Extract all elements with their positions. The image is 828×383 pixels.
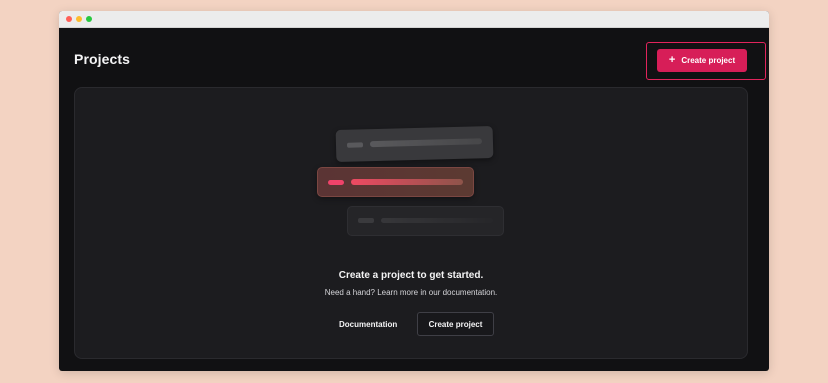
create-project-button[interactable]: + Create project <box>657 49 747 72</box>
placeholder-chip <box>346 142 364 148</box>
app-window: Projects + Create project Create a proje… <box>59 11 769 371</box>
create-project-button-label: Create project <box>681 56 736 65</box>
plus-icon: + <box>668 53 676 66</box>
maximize-window-button[interactable] <box>86 16 92 22</box>
placeholder-bar <box>369 138 483 148</box>
faded-bar <box>381 218 493 223</box>
placeholder-card-illustration <box>335 125 494 163</box>
faded-card-illustration <box>347 206 504 236</box>
window-titlebar <box>59 11 769 28</box>
highlighted-bar <box>351 179 463 185</box>
highlighted-chip <box>328 180 344 185</box>
empty-state-subtext: Need a hand? Learn more in our documenta… <box>324 288 498 297</box>
create-project-secondary-button[interactable]: Create project <box>417 312 494 336</box>
empty-state-headline: Create a project to get started. <box>338 270 484 281</box>
faded-chip <box>358 218 374 223</box>
highlighted-card-illustration <box>317 167 474 197</box>
minimize-window-button[interactable] <box>76 16 82 22</box>
documentation-link[interactable]: Documentation <box>339 320 397 329</box>
page-title: Projects <box>74 51 131 67</box>
close-window-button[interactable] <box>66 16 72 22</box>
empty-state-panel: Create a project to get started. Need a … <box>74 87 748 359</box>
